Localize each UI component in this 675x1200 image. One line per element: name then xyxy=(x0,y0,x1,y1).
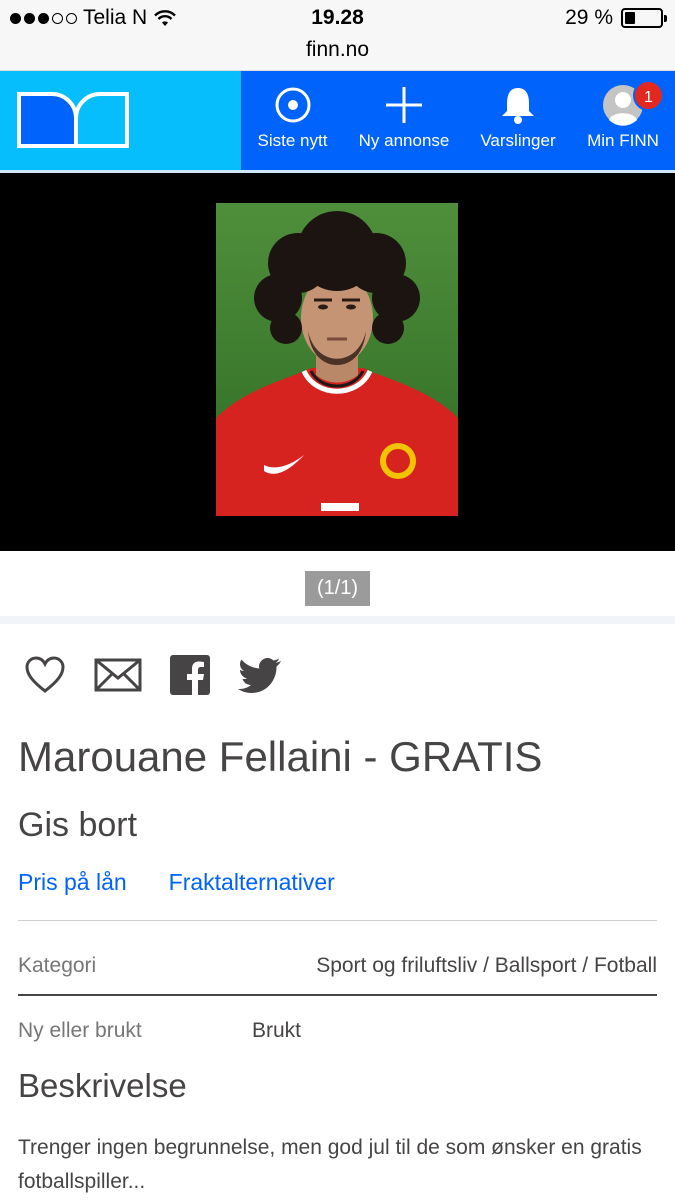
description-text: Trenger ingen begrunnelse, men god jul t… xyxy=(18,1136,642,1193)
battery-level xyxy=(625,12,635,24)
nav-label: Siste nytt xyxy=(257,131,328,150)
listing-title: Marouane Fellaini - GRATIS xyxy=(18,733,543,780)
listing-links: Pris på lån Fraktalternativer xyxy=(18,869,335,896)
shipping-options-link[interactable]: Fraktalternativer xyxy=(169,869,335,896)
category-value: Sport og friluftsliv / Ballsport / Fotba… xyxy=(316,954,657,977)
address-bar[interactable]: finn.no xyxy=(0,36,675,71)
nav-label: Varslinger xyxy=(480,131,556,150)
description-heading: Beskrivelse xyxy=(18,1067,187,1104)
listing-price: Gis bort xyxy=(18,806,138,844)
nav-min-finn[interactable]: Min FINN 1 xyxy=(582,71,664,170)
loan-price-link[interactable]: Pris på lån xyxy=(18,869,127,896)
plus-icon xyxy=(386,87,422,123)
nav-ny-annonse[interactable]: Ny annonse xyxy=(354,71,454,170)
battery-percent: 29 % xyxy=(565,6,613,29)
battery-info: 29 % xyxy=(565,6,667,30)
nav-label: Min FINN xyxy=(587,131,659,150)
facebook-share-button[interactable] xyxy=(170,655,210,695)
target-icon xyxy=(275,87,310,123)
condition-value: Brukt xyxy=(252,1019,302,1042)
site-header: Siste nytt Ny annonse Varslinger Min FIN… xyxy=(0,71,675,170)
heart-icon xyxy=(25,656,65,693)
envelope-icon xyxy=(94,658,142,692)
notification-badge: 1 xyxy=(633,80,664,111)
player-photo-image xyxy=(216,203,458,516)
finn-logo[interactable] xyxy=(0,71,241,170)
section-divider xyxy=(0,616,675,624)
facebook-icon xyxy=(170,655,210,695)
twitter-share-button[interactable] xyxy=(238,657,282,693)
email-share-button[interactable] xyxy=(94,658,142,692)
divider xyxy=(18,994,657,996)
image-counter: (1/1) xyxy=(305,571,370,606)
nav-label: Ny annonse xyxy=(358,131,450,150)
finn-logo-icon xyxy=(17,92,129,148)
action-bar xyxy=(24,655,282,695)
battery-icon xyxy=(621,8,667,28)
twitter-icon xyxy=(238,658,281,693)
divider xyxy=(18,920,657,921)
image-gallery[interactable] xyxy=(0,173,675,551)
listing-photo[interactable] xyxy=(216,203,458,516)
favorite-button[interactable] xyxy=(24,656,66,694)
condition-label: Ny eller brukt xyxy=(18,1019,142,1042)
bell-icon xyxy=(502,88,534,124)
status-bar: Telia N 19.28 29 % xyxy=(0,0,675,36)
category-label: Kategori xyxy=(18,954,97,977)
nav-siste-nytt[interactable]: Siste nytt xyxy=(250,71,335,170)
nav-varslinger[interactable]: Varslinger xyxy=(474,71,562,170)
